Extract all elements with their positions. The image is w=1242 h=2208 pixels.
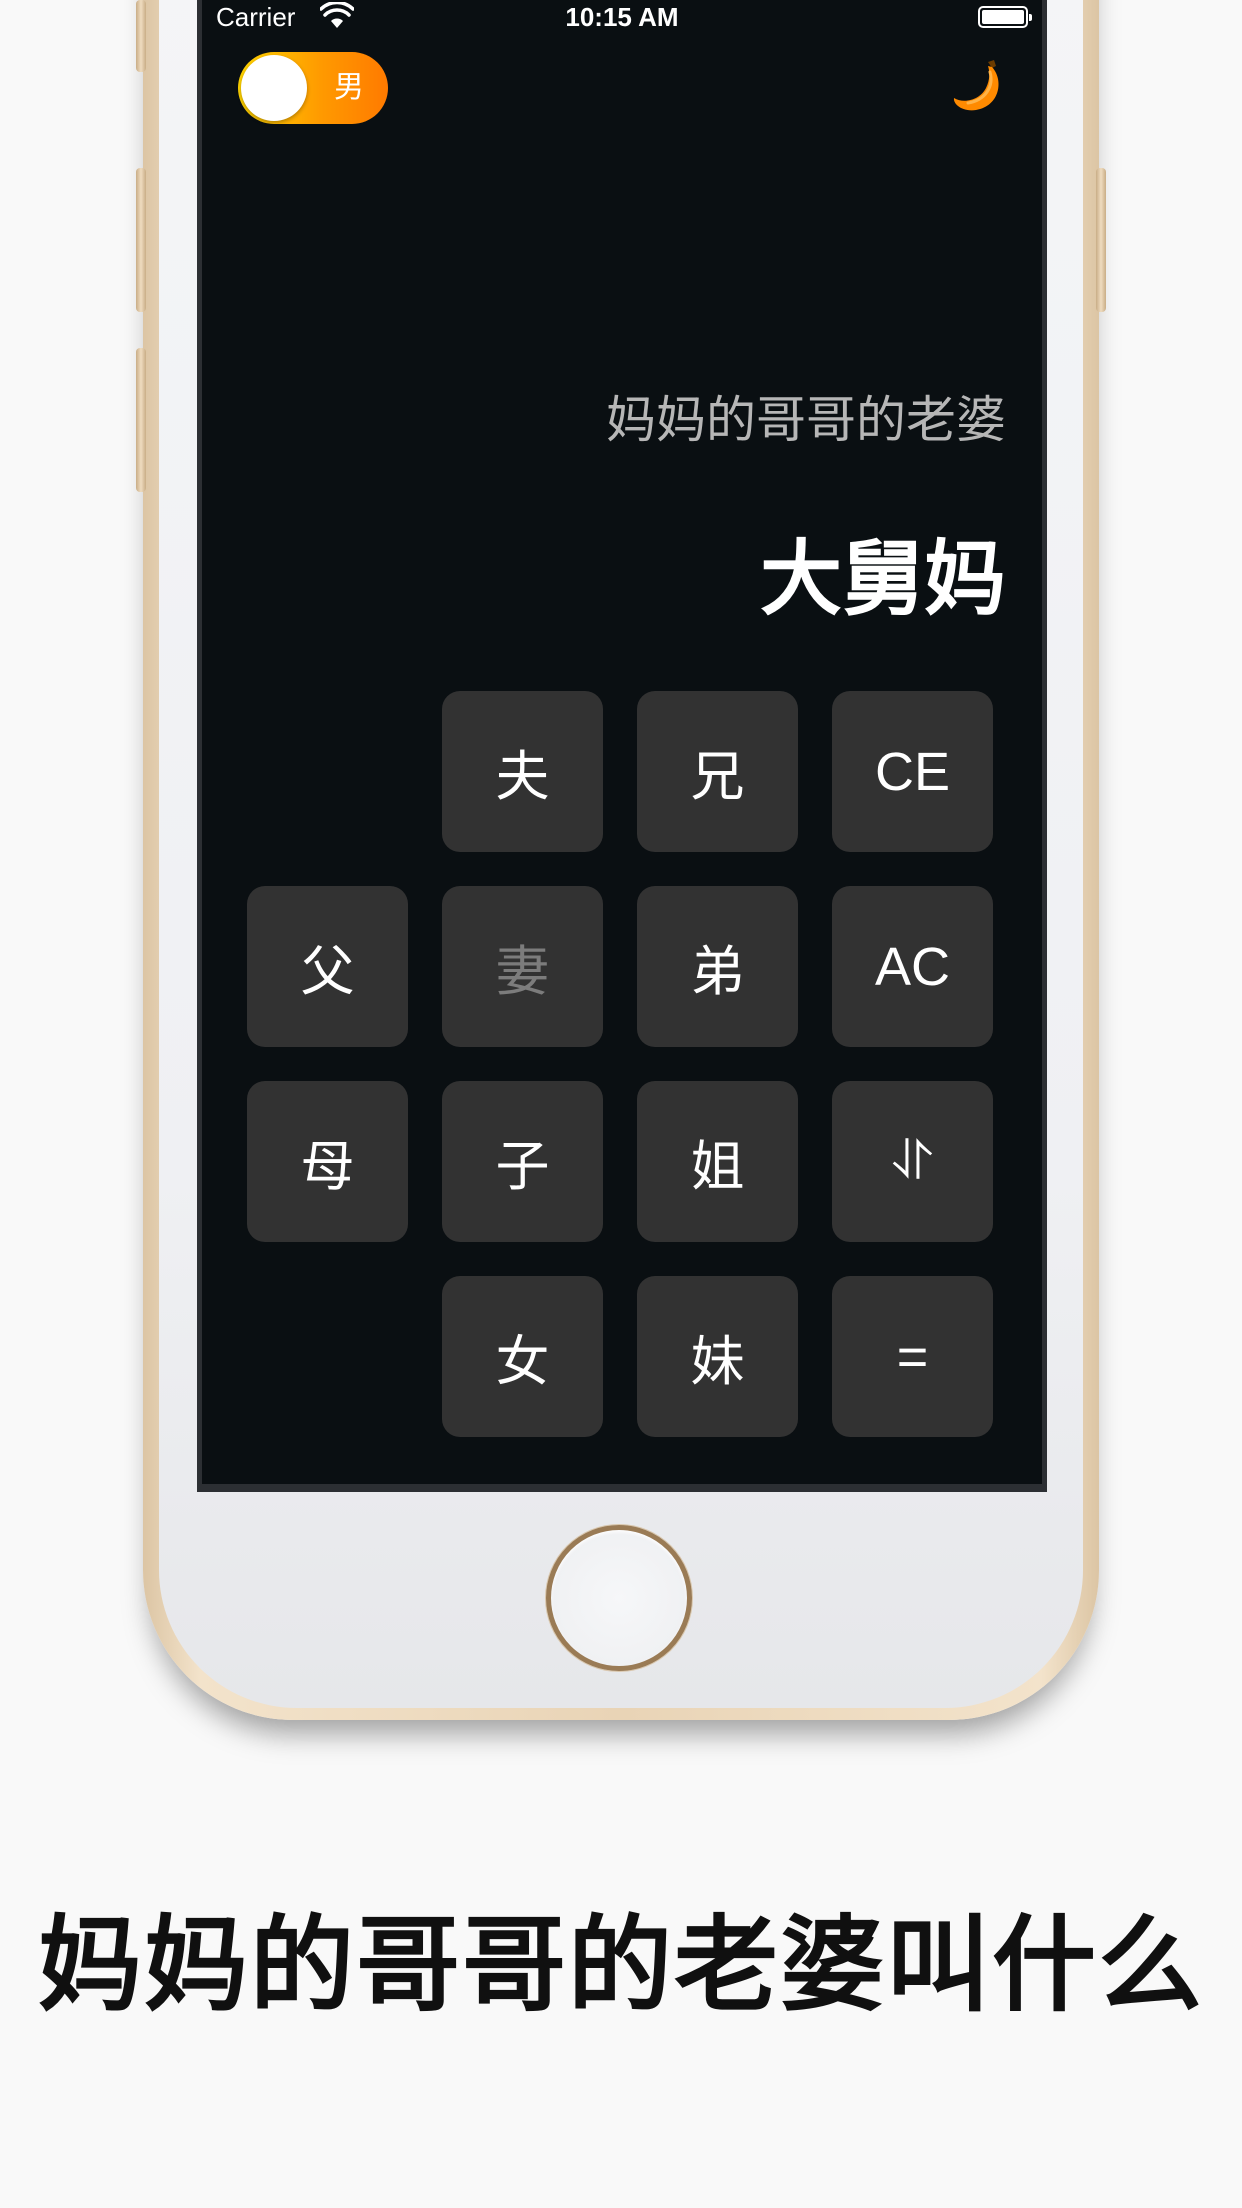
side-button-volume-up [136,168,146,312]
phone-screen: Carrier 10:15 AM 男 妈妈的哥哥的老婆 大舅妈 夫 兄 CE 父… [197,0,1047,1492]
gender-toggle[interactable]: 男 [238,52,388,124]
status-time: 10:15 AM [565,2,679,32]
key-younger-brother[interactable]: 弟 [637,886,798,1047]
key-wife[interactable]: 妻 [442,886,603,1047]
key-older-brother[interactable]: 兄 [637,691,798,852]
key-younger-sister[interactable]: 妹 [637,1276,798,1437]
toggle-label: 男 [334,70,364,105]
side-button-mute [136,0,146,72]
banana-icon[interactable] [950,58,1004,114]
key-swap[interactable]: ⥯ [832,1081,993,1242]
side-button-volume-down [136,348,146,492]
result-display: 大舅妈 [759,532,1006,627]
key-son[interactable]: 子 [442,1081,603,1242]
home-button[interactable] [546,1525,692,1671]
battery-icon [978,6,1032,28]
status-bar: Carrier 10:15 AM [202,0,1042,36]
key-older-sister[interactable]: 姐 [637,1081,798,1242]
key-all-clear[interactable]: AC [832,886,993,1047]
caption: 妈妈的哥哥的老婆叫什么 [37,1904,1204,2026]
toggle-knob[interactable] [241,55,307,121]
key-father[interactable]: 父 [247,886,408,1047]
key-mother[interactable]: 母 [247,1081,408,1242]
key-equals[interactable]: = [832,1276,993,1437]
key-daughter[interactable]: 女 [442,1276,603,1437]
key-husband[interactable]: 夫 [442,691,603,852]
key-clear-entry[interactable]: CE [832,691,993,852]
side-button-power [1096,168,1106,312]
expression-display: 妈妈的哥哥的老婆 [606,391,1006,449]
